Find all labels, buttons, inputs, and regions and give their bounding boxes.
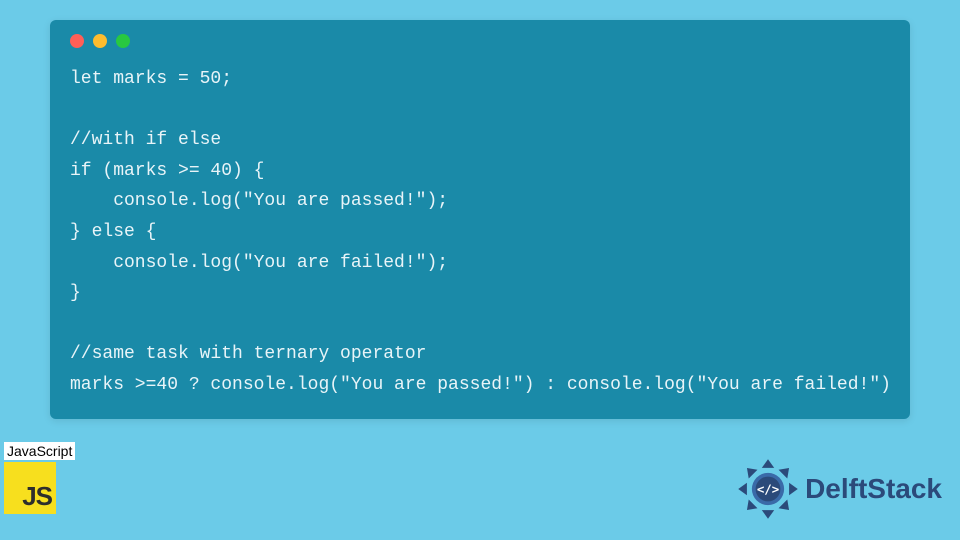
delftstack-logo-icon: </> bbox=[737, 458, 799, 520]
delftstack-name: DelftStack bbox=[805, 473, 942, 505]
javascript-badge: JavaScript JS bbox=[4, 442, 75, 514]
js-logo-text: JS bbox=[22, 481, 52, 512]
delftstack-brand: </> DelftStack bbox=[737, 458, 942, 520]
window-dot-red bbox=[70, 34, 84, 48]
js-logo-icon: JS bbox=[4, 462, 56, 514]
js-label: JavaScript bbox=[4, 442, 75, 460]
traffic-lights bbox=[70, 34, 890, 48]
window-dot-yellow bbox=[93, 34, 107, 48]
svg-text:</>: </> bbox=[757, 481, 779, 496]
window-dot-green bbox=[116, 34, 130, 48]
code-block: let marks = 50; //with if else if (marks… bbox=[70, 64, 890, 401]
code-window: let marks = 50; //with if else if (marks… bbox=[50, 20, 910, 419]
